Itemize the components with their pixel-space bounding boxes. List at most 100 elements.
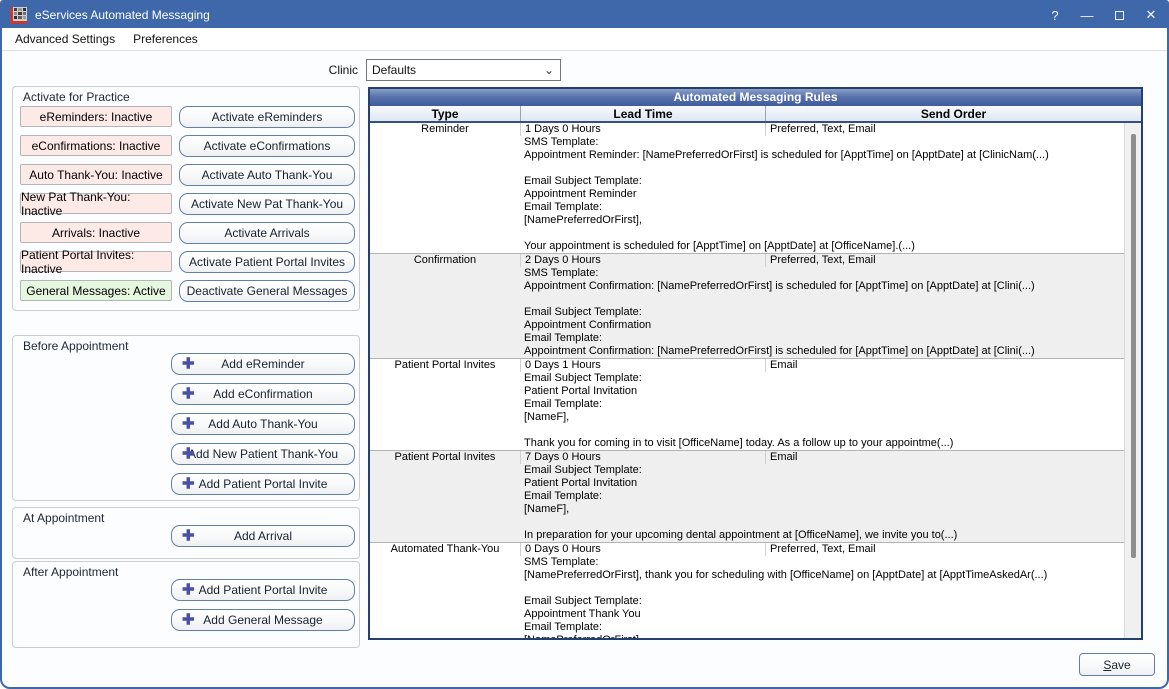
menu-advanced-settings[interactable]: Advanced Settings xyxy=(15,32,115,46)
rules-table-header: Type Lead Time Send Order xyxy=(370,106,1141,123)
close-icon[interactable]: ✕ xyxy=(1135,2,1167,28)
maximize-icon[interactable] xyxy=(1103,2,1135,28)
activate-row: eConfirmations: Inactive Activate eConfi… xyxy=(20,135,355,156)
status-badge: New Pat Thank-You: Inactive xyxy=(20,193,172,214)
add-rule-button[interactable]: ✚ Add eConfirmation xyxy=(171,383,355,405)
status-badge: General Messages: Active xyxy=(20,280,172,301)
plus-icon: ✚ xyxy=(182,417,195,432)
add-rule-button[interactable]: ✚ Add Auto Thank-You xyxy=(171,413,355,435)
rule-lead-time-cell: 7 Days 0 Hours xyxy=(520,451,765,464)
rule-template-line: [NamePreferredOrFirst], thank you for sc… xyxy=(524,569,1124,582)
rule-template-line: [NamePreferredOrFirst], xyxy=(524,634,1124,638)
rule-send-order-cell: Email xyxy=(765,451,1124,464)
rule-row[interactable]: Confirmation 2 Days 0 Hours Preferred, T… xyxy=(370,253,1124,358)
activate-toggle-button[interactable]: Activate eConfirmations xyxy=(179,135,355,157)
at-appointment-group: At Appointment ✚ Add Arrival xyxy=(12,507,360,559)
activate-row: New Pat Thank-You: Inactive Activate New… xyxy=(20,193,355,214)
add-rule-button[interactable]: ✚ Add General Message xyxy=(171,609,355,631)
rule-template-details: Email Subject Template:Patient Portal In… xyxy=(370,372,1124,450)
plus-icon: ✚ xyxy=(182,387,195,402)
rule-template-line xyxy=(524,227,1124,240)
minimize-icon[interactable]: — xyxy=(1071,2,1103,28)
activate-row: Auto Thank-You: Inactive Activate Auto T… xyxy=(20,164,355,185)
add-rule-button-label: Add New Patient Thank-You xyxy=(188,447,338,461)
rule-template-line xyxy=(524,582,1124,595)
add-rule-button[interactable]: ✚ Add New Patient Thank-You xyxy=(171,443,355,465)
plus-icon: ✚ xyxy=(182,357,195,372)
rule-lead-time-cell: 0 Days 1 Hours xyxy=(520,359,765,372)
plus-icon: ✚ xyxy=(182,477,195,492)
rule-template-line: Appointment Confirmation xyxy=(524,319,1124,332)
rule-template-line: Appointment Confirmation: [NamePreferred… xyxy=(524,280,1124,293)
activate-toggle-button[interactable]: Activate Patient Portal Invites xyxy=(179,251,355,273)
plus-icon: ✚ xyxy=(182,613,195,628)
rules-table-title: Automated Messaging Rules xyxy=(370,89,1141,106)
rule-template-line: Email Subject Template: xyxy=(524,372,1124,385)
add-rule-button-label: Add eReminder xyxy=(221,357,304,371)
column-header-type: Type xyxy=(370,106,520,121)
help-icon[interactable]: ? xyxy=(1039,2,1071,28)
rule-template-line xyxy=(524,424,1124,437)
clinic-dropdown[interactable]: Defaults ⌄ xyxy=(366,59,561,81)
rule-row[interactable]: Patient Portal Invites 0 Days 1 Hours Em… xyxy=(370,358,1124,450)
rule-template-line: SMS Template: xyxy=(524,136,1124,149)
rule-summary: Patient Portal Invites 7 Days 0 Hours Em… xyxy=(370,451,1124,464)
scrollbar-thumb[interactable] xyxy=(1131,134,1136,558)
add-rule-button[interactable]: ✚ Add eReminder xyxy=(171,353,355,375)
vertical-scrollbar[interactable] xyxy=(1124,123,1141,638)
rule-summary: Confirmation 2 Days 0 Hours Preferred, T… xyxy=(370,254,1124,267)
menu-preferences[interactable]: Preferences xyxy=(133,32,198,46)
rule-template-details: SMS Template:Appointment Reminder: [Name… xyxy=(370,136,1124,253)
status-badge: eReminders: Inactive xyxy=(20,106,172,127)
rule-template-line: Appointment Reminder xyxy=(524,188,1124,201)
add-rule-button[interactable]: ✚ Add Patient Portal Invite xyxy=(171,473,355,495)
rule-lead-time-cell: 1 Days 0 Hours xyxy=(520,123,765,136)
chevron-down-icon: ⌄ xyxy=(544,65,554,75)
rule-template-line: Appointment Reminder: [NamePreferredOrFi… xyxy=(524,149,1124,162)
rule-row[interactable]: Patient Portal Invites 7 Days 0 Hours Em… xyxy=(370,450,1124,542)
rule-template-details: SMS Template:Appointment Confirmation: [… xyxy=(370,267,1124,358)
rules-table-body: Reminder 1 Days 0 Hours Preferred, Text,… xyxy=(370,123,1124,638)
save-button[interactable]: Save xyxy=(1079,653,1155,676)
save-label-rest: ave xyxy=(1111,658,1130,672)
status-badge: eConfirmations: Inactive xyxy=(20,135,172,156)
rule-template-line: Email Template: xyxy=(524,398,1124,411)
activate-toggle-button[interactable]: Deactivate General Messages xyxy=(179,280,355,302)
activate-toggle-button[interactable]: Activate eReminders xyxy=(179,106,355,128)
group-title: After Appointment xyxy=(23,565,118,579)
rule-template-line xyxy=(524,162,1124,175)
activate-toggle-button[interactable]: Activate Auto Thank-You xyxy=(179,164,355,186)
before-appointment-group: Before Appointment ✚ Add eReminder ✚ Add… xyxy=(12,335,360,501)
clinic-dropdown-value: Defaults xyxy=(372,63,416,77)
activate-toggle-button[interactable]: Activate Arrivals xyxy=(179,222,355,244)
rule-template-line: Your appointment is scheduled for [ApptT… xyxy=(524,240,1124,253)
rule-row[interactable]: Automated Thank-You 0 Days 0 Hours Prefe… xyxy=(370,542,1124,638)
activate-row: Arrivals: Inactive Activate Arrivals xyxy=(20,222,355,243)
plus-icon: ✚ xyxy=(182,447,195,462)
rule-template-details: Email Subject Template:Patient Portal In… xyxy=(370,464,1124,542)
activate-for-practice-group: Activate for Practice eReminders: Inacti… xyxy=(12,86,360,311)
group-title: Before Appointment xyxy=(23,339,128,353)
rule-template-line: Thank you for coming in to visit [Office… xyxy=(524,437,1124,450)
window-controls: ? — ✕ xyxy=(1039,2,1167,28)
add-rule-button-label: Add General Message xyxy=(203,613,322,627)
rule-template-line: SMS Template: xyxy=(524,267,1124,280)
rule-template-line: Email Subject Template: xyxy=(524,306,1124,319)
rule-template-line: Email Subject Template: xyxy=(524,175,1124,188)
add-rule-button[interactable]: ✚ Add Arrival xyxy=(171,525,355,547)
add-rule-button[interactable]: ✚ Add Patient Portal Invite xyxy=(171,579,355,601)
status-badge: Arrivals: Inactive xyxy=(20,222,172,243)
title-bar: eServices Automated Messaging ? — ✕ xyxy=(2,2,1167,28)
add-rule-button-label: Add Patient Portal Invite xyxy=(199,477,328,491)
rule-template-line: Email Template: xyxy=(524,490,1124,503)
rule-template-line: Email Template: xyxy=(524,332,1124,345)
rule-row[interactable]: Reminder 1 Days 0 Hours Preferred, Text,… xyxy=(370,123,1124,253)
rule-template-line: [NameF], xyxy=(524,411,1124,424)
activate-row: Patient Portal Invites: Inactive Activat… xyxy=(20,251,355,272)
activate-toggle-button[interactable]: Activate New Pat Thank-You xyxy=(179,193,355,215)
app-grid-icon xyxy=(10,7,27,24)
rule-template-line: SMS Template: xyxy=(524,556,1124,569)
after-appointment-group: After Appointment ✚ Add Patient Portal I… xyxy=(12,561,360,648)
rule-template-line: Appointment Confirmation: [NamePreferred… xyxy=(524,345,1124,358)
rule-template-line: Email Subject Template: xyxy=(524,595,1124,608)
